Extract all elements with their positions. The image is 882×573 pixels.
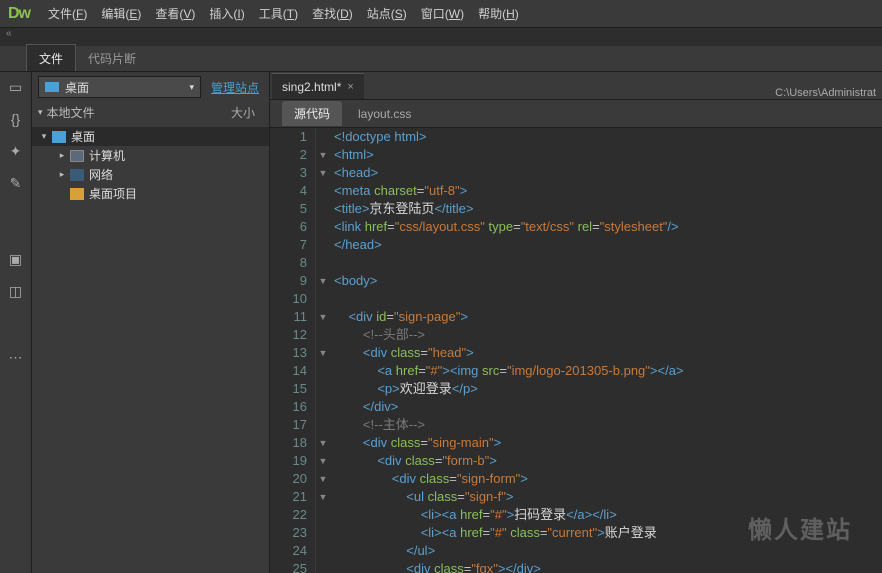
editor-area: sing2.html* × C:\Users\Administrat 源代码 l… bbox=[270, 72, 882, 573]
menu-item[interactable]: 窗口(W) bbox=[421, 5, 464, 22]
fold-gutter: ▼▼▼▼▼▼▼▼▼▼ bbox=[316, 128, 330, 573]
line-gutter: 1234567891011121314151617181920212223242… bbox=[270, 128, 316, 573]
menu-item[interactable]: 查看(V) bbox=[155, 5, 195, 22]
tool-more-icon[interactable]: ⋯ bbox=[7, 348, 25, 366]
tree-arrow-icon[interactable]: ▸ bbox=[56, 169, 68, 180]
chevron-down-icon: ▾ bbox=[189, 82, 194, 93]
local-files-label: 本地文件 bbox=[47, 104, 95, 121]
app-titlebar: Dw 文件(F) 编辑(E) 查看(V) 插入(I) 工具(T) 查找(D) 站点(S) 窗口… bbox=[0, 0, 882, 28]
computer-icon bbox=[70, 150, 84, 162]
tab-files[interactable]: 文件 bbox=[26, 44, 76, 71]
tree-arrow-icon[interactable]: ▸ bbox=[56, 150, 68, 161]
tree-label: 桌面 bbox=[71, 128, 95, 145]
tree-label: 计算机 bbox=[89, 147, 125, 164]
close-icon[interactable]: × bbox=[347, 81, 353, 93]
menu-item[interactable]: 编辑(E) bbox=[101, 5, 141, 22]
menu-item[interactable]: 站点(S) bbox=[367, 5, 407, 22]
code-content[interactable]: <!doctype html><html><head><meta charset… bbox=[330, 128, 882, 573]
file-tab-bar: sing2.html* × C:\Users\Administrat bbox=[270, 72, 882, 100]
code-editor[interactable]: 1234567891011121314151617181920212223242… bbox=[270, 128, 882, 573]
files-panel: 桌面 ▾ 管理站点 ▾ 本地文件 大小 ▾桌面▸计算机▸网络桌面项目 bbox=[32, 72, 270, 573]
size-header: 大小 bbox=[231, 104, 255, 121]
left-panel-tabs: 文件 代码片断 bbox=[0, 46, 882, 72]
file-path: C:\Users\Administrat bbox=[775, 87, 882, 99]
app-logo: Dw bbox=[8, 5, 30, 23]
manage-sites-link[interactable]: 管理站点 bbox=[207, 79, 263, 96]
network-icon bbox=[70, 169, 84, 181]
menu-item[interactable]: 文件(F) bbox=[48, 5, 87, 22]
menu-item[interactable]: 工具(T) bbox=[259, 5, 298, 22]
menu-bar: 文件(F) 编辑(E) 查看(V) 插入(I) 工具(T) 查找(D) 站点(S) 窗口(W)… bbox=[48, 5, 519, 22]
tree-item[interactable]: ▸ 计算机 bbox=[32, 146, 269, 165]
tool-layers-icon[interactable]: ◫ bbox=[7, 282, 25, 300]
tree-item[interactable]: ▸ 网络 bbox=[32, 165, 269, 184]
dropdown-label: 桌面 bbox=[65, 79, 89, 96]
tree-label: 桌面项目 bbox=[89, 185, 137, 202]
tab-snippets[interactable]: 代码片断 bbox=[76, 45, 148, 71]
tool-wand-icon[interactable]: ✦ bbox=[7, 142, 25, 160]
tree-item[interactable]: 桌面项目 bbox=[32, 184, 269, 203]
subtab-source[interactable]: 源代码 bbox=[282, 101, 342, 126]
tree-arrow-icon[interactable]: ▾ bbox=[38, 131, 50, 142]
chevron-down-icon[interactable]: ▾ bbox=[38, 107, 43, 118]
tool-document-icon[interactable]: ▭ bbox=[7, 78, 25, 96]
menu-item[interactable]: 帮助(H) bbox=[478, 5, 519, 22]
file-tab[interactable]: sing2.html* × bbox=[272, 73, 364, 99]
tool-comment-icon[interactable]: ▣ bbox=[7, 250, 25, 268]
tree-label: 网络 bbox=[89, 166, 113, 183]
left-toolbar: ▭ {} ✦ ✎ ▣ ◫ ⋯ bbox=[0, 72, 32, 573]
file-tab-name: sing2.html* bbox=[282, 80, 341, 94]
tree-item[interactable]: ▾ 桌面 bbox=[32, 127, 269, 146]
tool-bracket-icon[interactable]: {} bbox=[7, 110, 25, 128]
site-dropdown[interactable]: 桌面 ▾ bbox=[38, 76, 201, 98]
file-tree: ▾桌面▸计算机▸网络桌面项目 bbox=[32, 127, 269, 573]
desktop-icon bbox=[45, 82, 59, 92]
folder-icon bbox=[70, 188, 84, 200]
desktop-icon bbox=[52, 131, 66, 143]
tool-brush-icon[interactable]: ✎ bbox=[7, 174, 25, 192]
editor-subtabs: 源代码 layout.css bbox=[270, 100, 882, 128]
collapse-arrows[interactable]: « bbox=[0, 28, 882, 46]
subtab-css[interactable]: layout.css bbox=[346, 103, 423, 125]
menu-item[interactable]: 查找(D) bbox=[312, 5, 353, 22]
menu-item[interactable]: 插入(I) bbox=[209, 5, 244, 22]
